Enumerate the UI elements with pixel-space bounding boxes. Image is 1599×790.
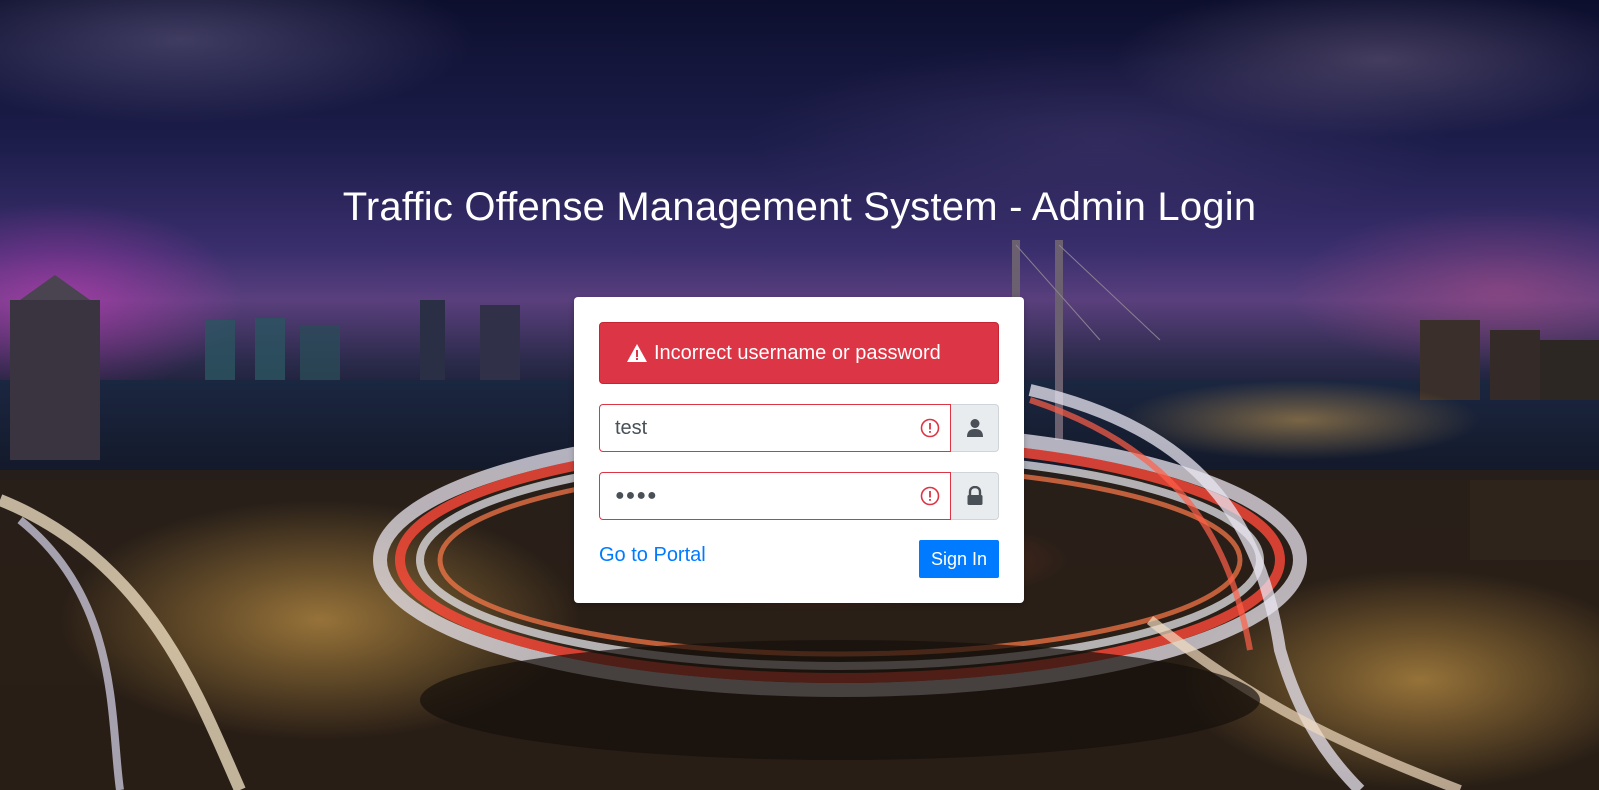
page-title: Traffic Offense Management System - Admi… — [342, 185, 1257, 229]
lock-icon — [967, 486, 982, 505]
username-addon — [951, 404, 999, 452]
sign-in-button[interactable]: Sign In — [918, 540, 999, 578]
exclamation-circle-icon — [920, 486, 940, 506]
login-card: Incorrect username or password test ●●●● — [574, 297, 1024, 603]
login-actions: Go to Portal Sign In — [599, 540, 999, 578]
password-addon — [951, 472, 999, 520]
password-input[interactable]: ●●●● — [599, 472, 951, 520]
user-icon — [966, 419, 983, 437]
username-input[interactable]: test — [599, 404, 951, 452]
warning-triangle-icon — [627, 344, 647, 362]
username-group: test — [599, 404, 999, 452]
username-value: test — [615, 416, 648, 439]
exclamation-circle-icon — [920, 418, 940, 438]
go-to-portal-link[interactable]: Go to Portal — [599, 544, 706, 567]
password-group: ●●●● — [599, 472, 999, 520]
error-alert: Incorrect username or password — [599, 322, 999, 384]
password-value: ●●●● — [615, 487, 658, 504]
alert-message: Incorrect username or password — [654, 341, 941, 364]
